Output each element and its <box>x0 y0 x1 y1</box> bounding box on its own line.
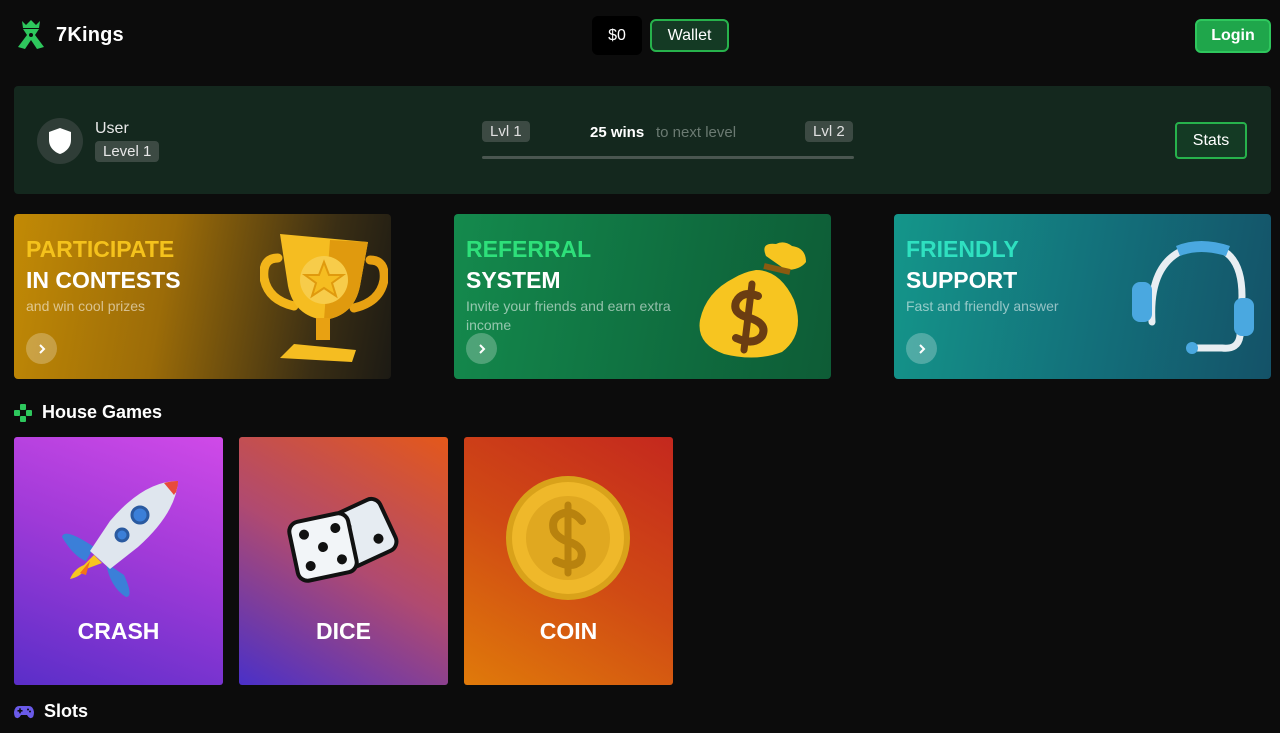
game-name: CRASH <box>77 618 160 644</box>
slots-heading: Slots <box>14 701 88 722</box>
promo-description: and win cool prizes <box>26 298 146 314</box>
promo-title-accent: PARTICIPATE <box>26 236 175 262</box>
game-name: COIN <box>539 618 598 644</box>
chevron-right-icon <box>478 343 485 354</box>
dice-icon <box>287 496 399 583</box>
current-level-pill: Lvl 1 <box>482 121 530 142</box>
wins-suffix: to next level <box>656 124 737 141</box>
chevron-right-icon <box>38 343 45 354</box>
promo-title: IN CONTESTS <box>26 267 181 293</box>
game-card-crash[interactable]: CRASH <box>14 437 223 685</box>
next-level-pill: Lvl 2 <box>805 121 853 142</box>
promo-title: SUPPORT <box>906 267 1018 293</box>
promo-title-accent: FRIENDLY <box>906 236 1019 262</box>
balance-display: $0 <box>592 16 642 55</box>
promo-contests-card[interactable]: PARTICIPATE IN CONTESTS and win cool pri… <box>14 214 391 379</box>
puzzle-icon <box>14 403 32 422</box>
section-title-text: House Games <box>42 402 163 422</box>
level-progress-bar <box>482 156 854 159</box>
promo-arrow-button[interactable] <box>26 333 57 364</box>
profile-panel: User Level 1 Lvl 1 25 wins to next level… <box>14 86 1271 194</box>
coin-icon <box>506 476 630 600</box>
headset-icon <box>1132 241 1254 354</box>
promo-arrow-button[interactable] <box>906 333 937 364</box>
level-badge: Level 1 <box>95 141 160 162</box>
shield-icon <box>49 128 71 154</box>
logo[interactable]: 7Kings <box>14 19 124 51</box>
username: User <box>95 120 129 137</box>
house-games-heading: House Games <box>14 402 162 423</box>
top-bar: 7Kings $0 Wallet Login <box>0 0 1280 72</box>
promo-support-card[interactable]: FRIENDLY SUPPORT Fast and friendly answe… <box>894 214 1271 379</box>
promo-title: SYSTEM <box>466 267 561 293</box>
promo-description: Invite your friends and earn extra incom… <box>466 298 671 333</box>
money-bag-icon <box>699 242 806 358</box>
gamepad-icon <box>14 705 34 718</box>
chevron-right-icon <box>918 343 925 354</box>
crown-logo-icon <box>18 20 44 49</box>
trophy-icon <box>260 234 388 362</box>
wins-needed: 25 wins <box>590 124 645 141</box>
login-button[interactable]: Login <box>1195 19 1271 53</box>
game-card-dice[interactable]: DICE <box>239 437 448 685</box>
rocket-icon <box>62 481 178 597</box>
game-card-coin[interactable]: COIN <box>464 437 673 685</box>
section-title-text: Slots <box>44 701 89 721</box>
promo-arrow-button[interactable] <box>466 333 497 364</box>
promo-title-accent: REFERRAL <box>466 236 592 262</box>
logo-text: 7Kings <box>56 23 124 46</box>
promo-referral-card[interactable]: REFERRAL SYSTEM Invite your friends and … <box>454 214 831 379</box>
game-name: DICE <box>316 618 371 644</box>
avatar <box>37 118 83 164</box>
stats-button[interactable]: Stats <box>1175 122 1247 159</box>
promo-description: Fast and friendly answer <box>906 298 1059 314</box>
wallet-button[interactable]: Wallet <box>650 19 729 52</box>
